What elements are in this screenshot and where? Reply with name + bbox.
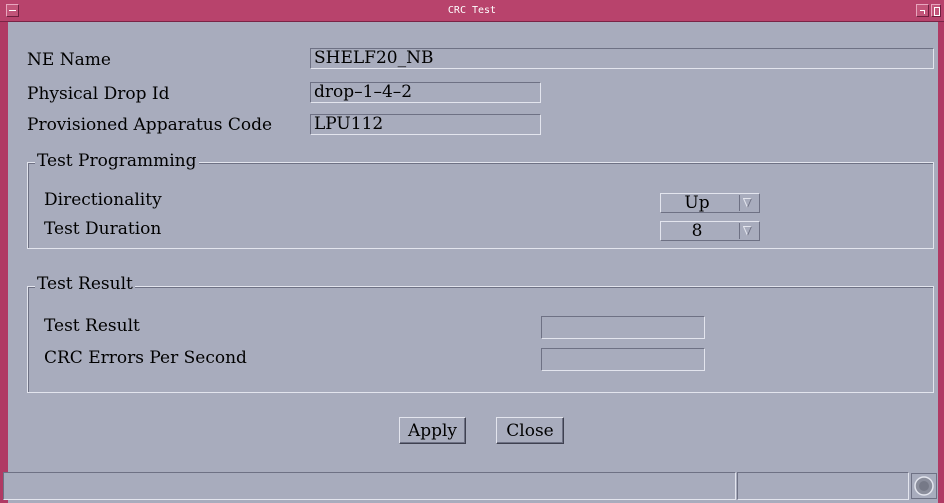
- window-frame-right[interactable]: [938, 0, 944, 503]
- crc-errors-field[interactable]: [541, 348, 705, 371]
- window-menu-icon[interactable]: [6, 4, 19, 17]
- title-bar[interactable]: CRC Test: [0, 0, 944, 22]
- physical-drop-id-label: Physical Drop Id: [27, 84, 170, 104]
- test-result-label: Test Result: [44, 316, 140, 336]
- directionality-value: Up: [684, 193, 710, 213]
- test-result-title: Test Result: [35, 274, 135, 294]
- window-title: CRC Test: [447, 5, 497, 16]
- physical-drop-id-field[interactable]: drop–1–4–2: [310, 82, 541, 103]
- ne-name-field[interactable]: SHELF20_NB: [310, 48, 934, 69]
- test-duration-dropdown[interactable]: 8: [660, 221, 760, 241]
- test-programming-title: Test Programming: [35, 151, 199, 171]
- close-button[interactable]: Close: [496, 417, 564, 444]
- directionality-dropdown[interactable]: Up: [660, 193, 760, 213]
- apparatus-code-field[interactable]: LPU112: [310, 114, 541, 135]
- test-programming-group: [27, 162, 934, 249]
- status-bar-secondary: [737, 472, 909, 500]
- apparatus-code-label: Provisioned Apparatus Code: [27, 115, 273, 135]
- crc-errors-label: CRC Errors Per Second: [44, 348, 247, 368]
- dropdown-arrow-icon[interactable]: [739, 195, 754, 211]
- status-indicator-icon: [911, 473, 937, 499]
- ne-name-label: NE Name: [27, 50, 111, 70]
- directionality-label: Directionality: [44, 190, 162, 210]
- crc-test-window: CRC Test NE Name SHELF20_NB Physical Dro…: [0, 0, 944, 503]
- minimize-icon[interactable]: [916, 4, 929, 17]
- test-duration-value: 8: [691, 221, 703, 241]
- test-duration-label: Test Duration: [44, 219, 162, 239]
- apply-button[interactable]: Apply: [399, 417, 466, 444]
- maximize-icon[interactable]: [931, 4, 941, 17]
- dropdown-arrow-icon[interactable]: [739, 223, 754, 239]
- test-result-group: [27, 286, 934, 393]
- status-bar-main: [3, 472, 736, 500]
- window-frame-left[interactable]: [0, 0, 8, 503]
- test-result-field[interactable]: [541, 316, 705, 339]
